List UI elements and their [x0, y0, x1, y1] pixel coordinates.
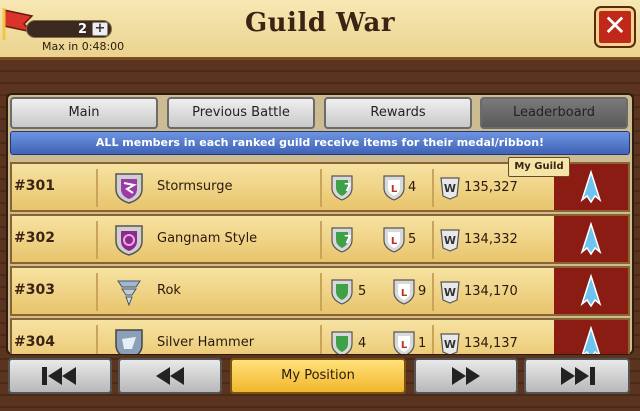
svg-text:L: L	[391, 184, 398, 195]
ribbon-icon	[581, 326, 601, 354]
losses-shield-icon: L	[393, 331, 415, 354]
wins-count: 7	[344, 181, 352, 194]
divider	[96, 169, 98, 207]
war-points-icon: W	[440, 177, 460, 200]
leaderboard-row[interactable]: #304 Silver Hammer 4 L 1 W 134,137	[10, 318, 630, 354]
divider	[432, 221, 434, 259]
previous-page-icon	[156, 367, 184, 385]
divider	[432, 325, 434, 354]
my-position-button[interactable]: My Position	[230, 358, 406, 394]
losses-count: 1	[418, 336, 427, 351]
divider	[96, 273, 98, 311]
pagination-bar: My Position	[8, 358, 632, 394]
divider	[96, 325, 98, 354]
svg-text:L: L	[391, 236, 398, 247]
guild-name: Rok	[157, 283, 181, 298]
svg-text:W: W	[444, 286, 456, 299]
losses-shield-icon: L	[383, 175, 405, 201]
divider	[96, 221, 98, 259]
rank: #301	[14, 178, 55, 194]
svg-text:L: L	[401, 288, 408, 299]
first-page-button[interactable]	[8, 358, 112, 394]
ribbon-icon	[580, 222, 602, 256]
leaderboard-list: #301 Stormsurge 7 L 4 W 135,327 #302 Gan…	[10, 158, 630, 354]
last-page-icon	[561, 367, 595, 385]
rank: #302	[14, 230, 55, 246]
svg-text:W: W	[444, 338, 456, 351]
guild-emblem-icon	[115, 329, 143, 354]
first-page-icon	[42, 367, 76, 385]
divider	[320, 221, 322, 259]
page-title: Guild War	[244, 8, 396, 38]
header-bar: 2 + Max in 0:48:00 Guild War ✕	[0, 0, 640, 60]
svg-text:W: W	[444, 182, 456, 195]
guild-name: Gangnam Style	[157, 231, 258, 246]
losses-shield-icon: L	[383, 227, 405, 253]
guild-emblem-icon	[115, 173, 143, 204]
losses-count: 5	[408, 232, 417, 247]
close-button[interactable]: ✕	[596, 8, 634, 46]
losses-shield-icon: L	[393, 279, 415, 305]
previous-page-button[interactable]	[118, 358, 222, 394]
divider	[320, 325, 322, 354]
reward-ribbon-cell	[554, 268, 628, 314]
tab-leaderboard[interactable]: Leaderboard	[480, 97, 628, 129]
wins-shield-icon	[331, 279, 353, 305]
guild-name: Silver Hammer	[157, 335, 255, 350]
tab-rewards[interactable]: Rewards	[324, 97, 472, 129]
tab-bar: Main Previous Battle Rewards Leaderboard	[10, 97, 630, 129]
wins-count: 4	[358, 336, 367, 351]
leaderboard-row[interactable]: #303 Rok 5 L 9 W 134,170	[10, 266, 630, 316]
war-points-icon: W	[440, 281, 460, 304]
wins-count: 7	[344, 233, 352, 246]
war-points: 134,332	[464, 232, 518, 247]
tab-main[interactable]: Main	[10, 97, 158, 129]
divider	[432, 169, 434, 207]
tab-previous-battle[interactable]: Previous Battle	[167, 97, 315, 129]
info-banner: ALL members in each ranked guild receive…	[10, 131, 630, 155]
war-points: 134,170	[464, 284, 518, 299]
war-points-icon: W	[440, 229, 460, 252]
leaderboard-row[interactable]: #302 Gangnam Style 7 L 5 W 134,332	[10, 214, 630, 264]
my-position-label: My Position	[281, 368, 355, 383]
svg-text:L: L	[401, 340, 408, 351]
losses-count: 9	[418, 284, 427, 299]
guild-emblem-icon	[117, 280, 141, 307]
wins-shield-icon	[331, 331, 353, 354]
next-page-button[interactable]	[414, 358, 518, 394]
my-guild-tag: My Guild	[508, 157, 570, 177]
reward-ribbon-cell	[554, 320, 628, 354]
war-points: 134,137	[464, 336, 518, 351]
rank: #303	[14, 282, 55, 298]
guild-name: Stormsurge	[157, 179, 233, 194]
reward-ribbon-cell	[554, 216, 628, 262]
last-page-button[interactable]	[524, 358, 630, 394]
war-points: 135,327	[464, 180, 518, 195]
war-points-icon: W	[440, 333, 460, 354]
ribbon-icon	[580, 274, 602, 308]
guild-emblem-icon	[115, 225, 143, 256]
rank: #304	[14, 334, 55, 350]
wins-count: 5	[358, 284, 367, 299]
ribbon-icon	[580, 170, 602, 204]
svg-text:W: W	[444, 234, 456, 247]
divider	[432, 273, 434, 311]
next-page-icon	[452, 367, 480, 385]
divider	[320, 273, 322, 311]
energy-timer: Max in 0:48:00	[42, 40, 125, 53]
divider	[320, 169, 322, 207]
losses-count: 4	[408, 180, 417, 195]
